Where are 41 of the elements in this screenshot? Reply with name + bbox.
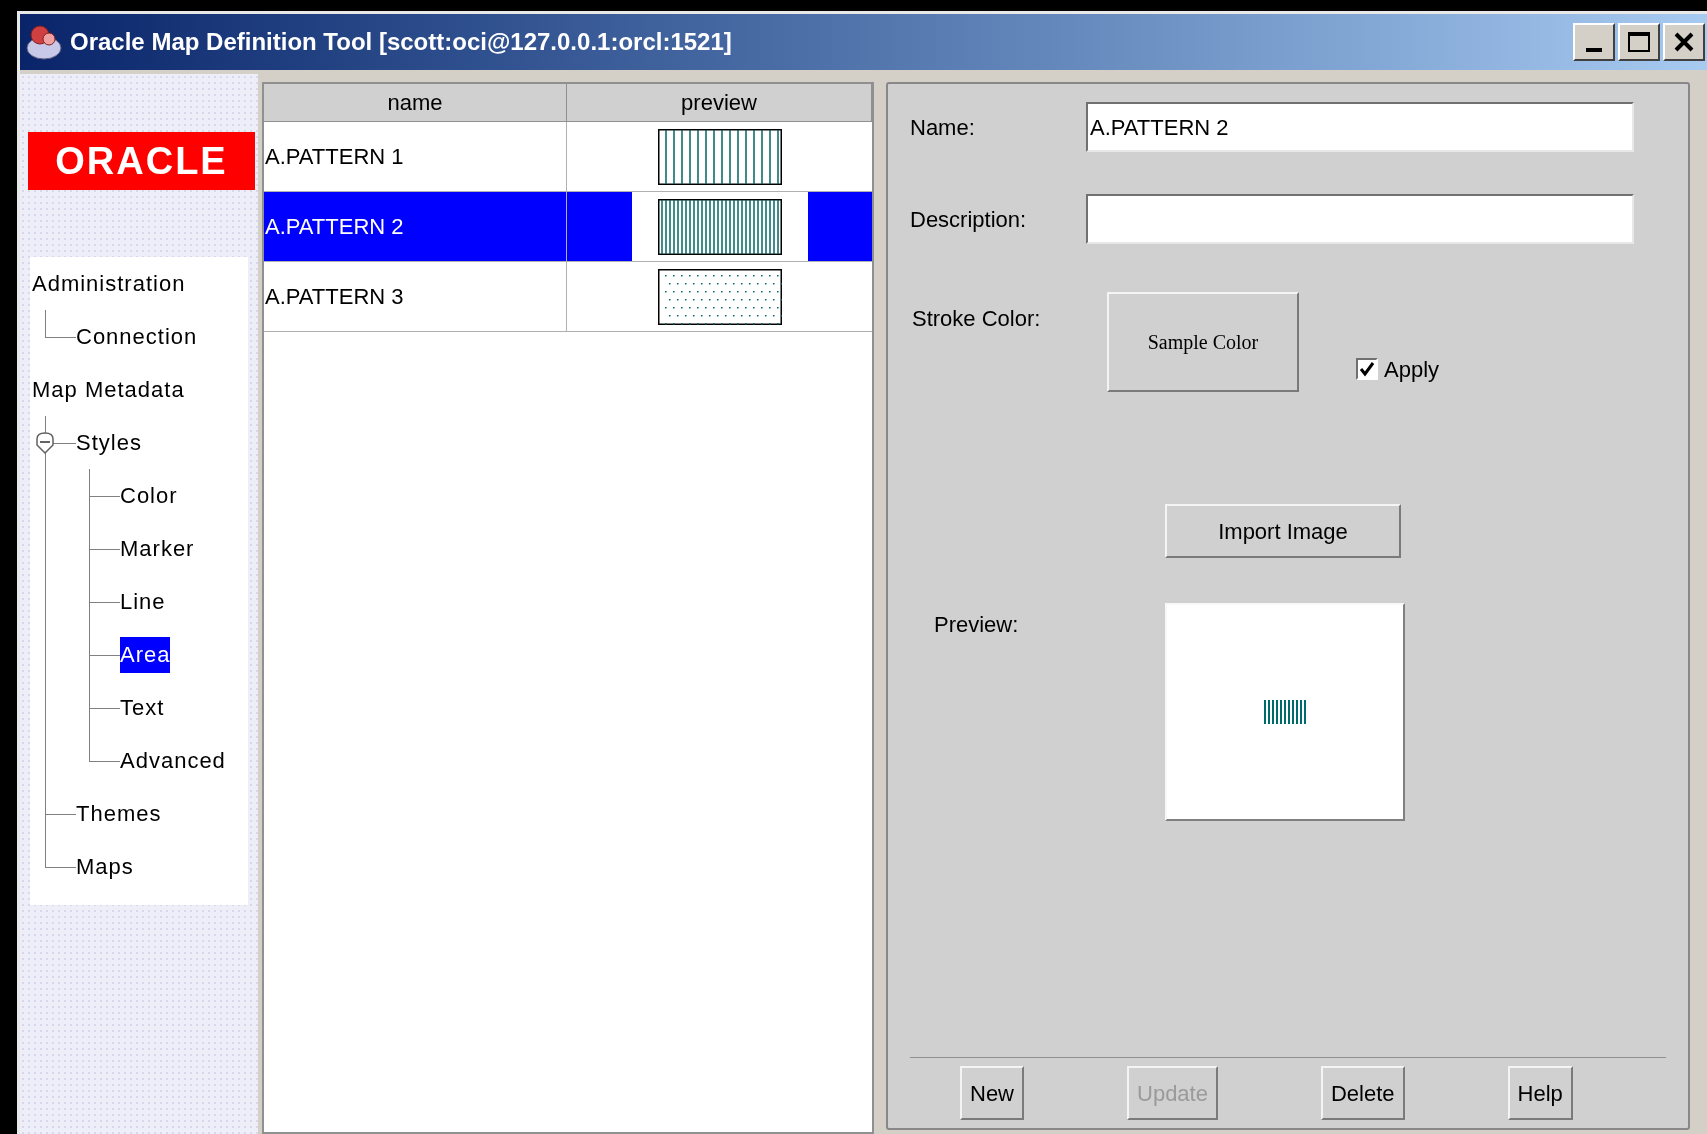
tree-item[interactable]: Marker (120, 530, 195, 567)
app-icon (24, 22, 64, 62)
table-cell: A.PATTERN 3 (264, 262, 567, 331)
tree-item[interactable]: Advanced (120, 742, 226, 779)
stroke-color-label: Stroke Color: (911, 305, 1042, 333)
table-row[interactable]: A.PATTERN 1 (264, 122, 872, 192)
tree-item[interactable]: Connection (76, 318, 198, 355)
name-field[interactable]: A.PATTERN 2 (1086, 102, 1634, 152)
name-label: Name: (910, 113, 976, 142)
window-title: Oracle Map Definition Tool [scott:oci@127.0.0.1:orcl:1521] (70, 27, 732, 57)
tree-item[interactable]: Administration (32, 265, 186, 302)
description-field[interactable] (1086, 194, 1634, 244)
table-cell: A.PATTERN 2 (264, 192, 567, 261)
sample-color-button[interactable]: Sample Color (1107, 292, 1299, 392)
maximize-icon[interactable] (1618, 23, 1660, 61)
description-label: Description: (910, 205, 1028, 234)
minimize-icon[interactable] (1573, 23, 1615, 61)
oracle-logo: ORACLE (28, 132, 255, 190)
apply-label: Apply (1384, 355, 1440, 384)
tree-item[interactable]: Map Metadata (32, 371, 185, 408)
tree-item[interactable]: Color (120, 477, 178, 514)
table-cell: A.PATTERN 1 (264, 122, 567, 191)
import-image-button[interactable]: Import Image (1165, 504, 1401, 558)
column-header[interactable]: name (264, 84, 567, 122)
tree-item[interactable]: Themes (76, 795, 162, 832)
action-button[interactable]: Delete (1320, 1066, 1405, 1120)
tree-item[interactable]: Area (120, 636, 171, 673)
stripe-pattern-icon (1263, 700, 1307, 724)
apply-checkbox[interactable] (1356, 358, 1378, 380)
column-header[interactable]: preview (567, 84, 872, 122)
tree-item[interactable]: Text (120, 689, 165, 726)
preview-label: Preview: (933, 611, 1020, 639)
action-button[interactable]: Help (1507, 1066, 1573, 1120)
action-button[interactable]: New (960, 1066, 1024, 1120)
table-row[interactable]: A.PATTERN 2 (264, 192, 872, 262)
collapse-icon[interactable] (35, 430, 55, 455)
tree-item[interactable]: Line (120, 583, 166, 620)
tree-item[interactable]: Maps (76, 848, 134, 885)
table-row[interactable]: A.PATTERN 3 (264, 262, 872, 332)
tree-item[interactable]: Styles (76, 424, 142, 461)
close-icon[interactable] (1663, 23, 1705, 61)
